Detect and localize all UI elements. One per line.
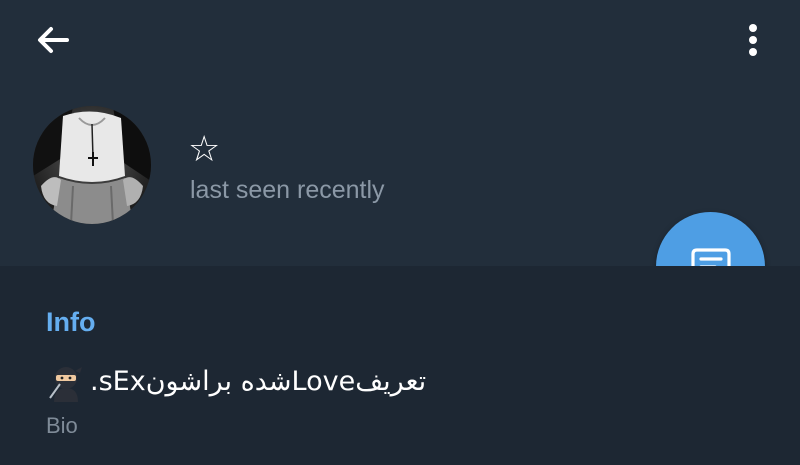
profile-photo — [33, 106, 151, 224]
bio-text: .sExشده براشونLoveتعریف — [90, 366, 427, 397]
avatar[interactable] — [33, 106, 151, 224]
bio-label: Bio — [46, 413, 78, 438]
arrow-left-icon — [38, 27, 69, 53]
last-seen-status: last seen recently — [190, 176, 385, 204]
back-button[interactable] — [28, 18, 78, 62]
profile-name: ☆ — [188, 129, 221, 170]
info-section: Info .sExشده براشونLoveتعریف Bio — [0, 266, 800, 465]
bio-row[interactable]: .sExشده براشونLoveتعریف — [46, 362, 426, 402]
more-options-button[interactable] — [730, 18, 776, 62]
more-vertical-icon — [749, 24, 757, 56]
info-title: Info — [46, 307, 96, 337]
ninja-emoji-icon — [49, 367, 82, 402]
